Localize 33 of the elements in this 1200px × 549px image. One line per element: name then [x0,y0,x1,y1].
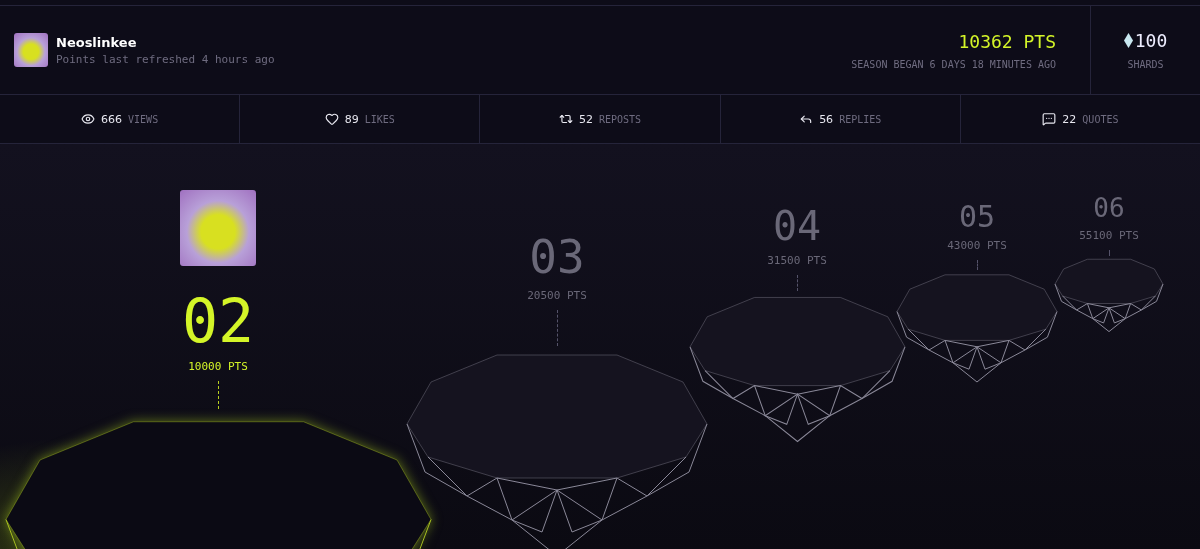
stat-label: LIKES [364,113,395,125]
points-total: 10362 PTS [958,30,1056,52]
level-points: 55100 PTS [1079,228,1139,242]
stat-label: QUOTES [1082,113,1119,125]
level-number: 04 [772,204,822,248]
level-number: 03 [529,232,585,283]
level-points: 31500 PTS [767,254,827,267]
stat-count: 56 [819,112,834,126]
stat-label: VIEWS [128,113,159,125]
level-number: 05 [958,200,996,233]
level-points: 43000 PTS [947,239,1007,252]
stat-label: REPOSTS [598,113,642,125]
eye-icon [81,112,96,126]
stat-count: 22 [1062,112,1077,126]
level-points: 20500 PTS [527,288,587,302]
stat-label: REPLIES [839,113,882,125]
shards-count: 100 [1134,30,1168,51]
season-info: SEASON BEGAN 6 DAYS 18 MINUTES AGO [851,58,1056,70]
stat-count: 666 [101,112,123,126]
username: Neoslinkee [56,34,138,50]
stat-count: 52 [578,112,593,126]
stat-count: 89 [344,112,359,126]
heart-icon [324,112,339,126]
level-number: 02 [181,288,255,354]
shards-label: SHARDS [1127,59,1164,70]
speech-bubble-icon [1042,112,1057,126]
refresh-status: Points last refreshed 4 hours ago [56,52,275,66]
level-points: 10000 PTS [188,360,248,373]
diamond-icon [1123,33,1133,48]
reply-icon [799,112,814,126]
avatar-image [14,33,48,67]
level-number: 06 [1093,194,1125,223]
repost-icon [558,112,573,126]
